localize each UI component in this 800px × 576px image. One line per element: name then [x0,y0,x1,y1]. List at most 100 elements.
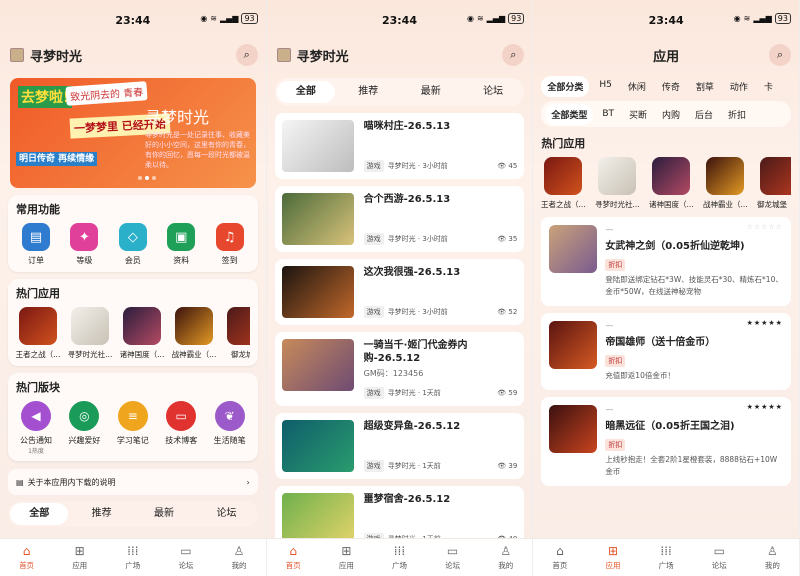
app-item[interactable]: 诸神国度（... [120,307,164,360]
app-item[interactable]: 王者之战（... [16,307,60,360]
app-item[interactable]: 寻梦时光社... [68,307,112,360]
nav-forum[interactable]: ▭ 论坛 [426,539,479,576]
post-title: 噩梦宿舍-26.5.12 [363,494,451,505]
post-title: 合个西游-26.5.13 [363,194,451,205]
type-chip[interactable]: BT [596,105,620,123]
apps-icon: ⊞ [74,544,85,558]
category-chip[interactable]: 休闲 [622,76,652,97]
game-card[interactable]: — 帝国雄师（送十倍金币） 折扣 充值即返10倍金币！ ★★★★★ [541,313,791,390]
app-item[interactable]: 寻梦时光社... [595,157,640,210]
type-chip[interactable]: 后台 [689,104,719,125]
nav-home[interactable]: ⌂ 首页 [267,539,320,576]
tab-all[interactable]: 全部 [276,81,336,103]
post-item[interactable]: 超级变异鱼-26.5.12 游戏 寻梦时光 · 1天前 👁 39 [274,413,525,479]
post-item[interactable]: 合个西游-26.5.13 游戏 寻梦时光 · 3小时前 👁 35 [274,186,525,252]
tab-forum[interactable]: 论坛 [197,503,255,525]
function-order[interactable]: ▤ 订单 [16,223,56,266]
post-item[interactable]: 喵咪村庄-26.5.13 游戏 寻梦时光 · 3小时前 👁 45 [274,113,525,179]
app-item[interactable]: 诸神国度（... [649,157,694,210]
category-chip[interactable]: 全部分类 [541,76,590,97]
vip-icon: ◇ [118,223,147,251]
apps-panel: 23:44 ◉ ≋ ▂▄▆ 93 应用 ⌕ 全部分类 H5 休闲 传奇 割草 动作 卡… [533,0,800,576]
category-chip[interactable]: H5 [593,76,618,97]
type-chip[interactable]: 买断 [623,104,653,125]
tab-latest[interactable]: 最新 [135,503,193,525]
game-card[interactable]: — 女武神之剑（0.05折仙逆乾坤) 折扣 登陆即送绑定钻石*3W、技能灵石*3… [541,217,791,306]
search-button[interactable]: ⌕ [235,44,258,66]
section-title: 热门版块 [16,381,60,394]
game-description: 上线秒抱走！全套2阶1星橙套装，8888钻石+10W金币 [605,455,778,476]
post-item[interactable]: 这次我很强-26.5.13 游戏 寻梦时光 · 3小时前 👁 52 [274,259,525,325]
nav-apps[interactable]: ⊞ 应用 [586,539,639,576]
discount-badge: 折扣 [605,439,626,451]
grid-icon: ⁞⁞⁞ [660,544,672,558]
function-level[interactable]: ✦ 等级 [64,223,104,266]
nav-home[interactable]: ⌂ 首页 [533,539,586,576]
function-checkin[interactable]: ♫ 签到 [210,223,250,266]
category-chip[interactable]: 割草 [690,76,720,97]
type-chip[interactable]: 全部类型 [545,103,594,125]
section-title: 常用功能 [16,203,60,216]
type-chip[interactable]: 折扣 [722,104,752,125]
nav-square[interactable]: ⁞⁞⁞ 广场 [640,539,693,576]
download-notice[interactable]: ▤ 关于本应用内下载的说明 › [8,469,258,495]
status-time: 23:44 [648,13,684,27]
chat-icon: ▭ [713,544,725,558]
view-count: 👁 39 [497,462,518,470]
nav-me[interactable]: ♙ 我的 [746,539,799,576]
banner-title: 寻梦时光 [145,108,210,127]
category-chip[interactable]: 动作 [724,76,754,97]
tab-recommend[interactable]: 推荐 [339,81,397,103]
function-vip[interactable]: ◇ 会员 [113,223,153,266]
post-thumbnail [281,193,354,245]
section-hobby[interactable]: ◎ 兴趣爱好 [64,401,104,455]
game-card[interactable]: — 暗黑远征（0.05折王国之泪) 折扣 上线秒抱走！全套2阶1星橙套装，888… [541,397,791,486]
banner-text-2: 致光阴去的 青春 [65,81,148,106]
target-icon: ◎ [69,401,100,431]
nav-apps[interactable]: ⊞ 应用 [53,539,106,576]
section-life[interactable]: ❦ 生活随笔 [210,401,250,455]
nav-square[interactable]: ⁞⁞⁞ 广场 [106,539,159,576]
type-chip[interactable]: 内购 [656,104,686,125]
home-icon: ⌂ [556,544,564,558]
promo-banner[interactable]: 去梦啦! 致光阴去的 青春 一梦梦里 已经开始 明日传奇 再续情缘 寻梦时光 寻… [10,78,256,188]
nav-forum[interactable]: ▭ 论坛 [693,539,746,576]
discount-badge: 折扣 [605,355,626,367]
nav-apps[interactable]: ⊞ 应用 [320,539,373,576]
nav-me[interactable]: ♙ 我的 [479,539,532,576]
search-button[interactable]: ⌕ [768,44,791,66]
app-item[interactable]: 战神霸业（... [172,307,216,360]
game-title: 暗黑远征（0.05折王国之泪) [605,421,735,432]
status-time: 23:44 [115,13,151,27]
search-button[interactable]: ⌕ [502,44,525,66]
function-profile[interactable]: ▣ 资料 [161,223,201,266]
page-title: 应用 [653,49,680,65]
post-item[interactable]: 一骑当千·姬门代金券内购-26.5.12 GM码：123456 游戏 寻梦时光 ·… [274,332,525,406]
section-tech-blog[interactable]: ▭ 技术博客 [161,401,201,455]
tab-forum[interactable]: 论坛 [464,81,522,103]
view-count: 👁 59 [497,389,518,397]
app-item[interactable]: 御龙城堡 [224,307,250,360]
banner-subtitle: 寻梦时光是一处记录往事、收藏美好的小小空间，这里有你的青春，有你的回忆，愿每一段… [145,131,250,169]
battery-level: 93 [241,13,258,24]
nav-home[interactable]: ⌂ 首页 [0,539,53,576]
nav-square[interactable]: ⁞⁞⁞ 广场 [373,539,426,576]
section-notes[interactable]: ≡ 学习笔记 [113,401,153,455]
apps-icon: ⊞ [341,544,352,558]
books-icon: ≡ [117,401,148,431]
category-chip[interactable]: 传奇 [656,76,686,97]
tab-all[interactable]: 全部 [10,503,69,525]
app-item[interactable]: 王者之战（... [541,157,586,210]
nav-me[interactable]: ♙ 我的 [213,539,266,576]
post-tag: 游戏 [363,160,384,172]
app-item[interactable]: 御龙城堡（... [757,157,791,210]
category-chip[interactable]: 卡 [758,76,779,97]
app-item[interactable]: 战神霸业（... [703,157,748,210]
game-title: 女武神之剑（0.05折仙逆乾坤) [605,241,745,252]
tab-recommend[interactable]: 推荐 [72,503,130,525]
section-title: 热门应用 [541,137,586,150]
section-announcement[interactable]: ◀ 公告通知 1热度 [16,401,56,455]
nav-forum[interactable]: ▭ 论坛 [159,539,212,576]
bottom-nav: ⌂ 首页 ⊞ 应用 ⁞⁞⁞ 广场 ▭ 论坛 ♙ 我的 [266,538,533,576]
tab-latest[interactable]: 最新 [402,81,460,103]
